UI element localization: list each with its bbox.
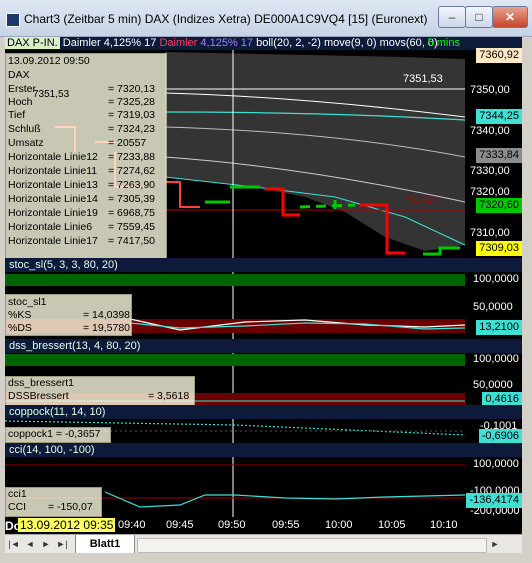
stoch-header[interactable]: stoc_sl(5, 3, 3, 80, 20) — [5, 258, 522, 272]
daimler-label-1: Daimler — [62, 37, 101, 49]
stoch-ds-row: %DS = 19,5780 — [8, 322, 131, 334]
info-overlay-value: 7351,53 — [33, 89, 70, 100]
time-tick-0955: 09:55 — [272, 519, 300, 531]
cci-line — [104, 491, 466, 508]
stoch-ks-row: %KS = 14,0398 — [8, 309, 131, 321]
indicator-list: boll(20, 2, -2) move(9, 0) movs(60, 0) — [256, 37, 438, 49]
time-tick-0950: 09:50 — [218, 519, 246, 531]
time-tick-0940: 09:40 — [118, 519, 146, 531]
info-row-linie11: Horizontale Linie11 = 7274,62 — [8, 165, 156, 177]
app-icon — [6, 13, 20, 27]
price-tick-1: 7350,00 — [470, 84, 510, 96]
dss-row: DSSBressert = 3,5618 — [8, 390, 190, 402]
maximize-button[interactable]: □ — [465, 6, 493, 28]
close-button[interactable]: ✕ — [492, 6, 528, 28]
title-bar: Chart3 (Zeitbar 5 min) DAX (Indizes Xetr… — [0, 0, 532, 37]
coppock-header[interactable]: coppock(11, 14, 10) — [5, 405, 522, 419]
stoch-panel-title: stoc_sl1 — [8, 296, 47, 308]
price-box-low: 7309,03 — [476, 241, 522, 256]
info-instrument: DAX — [8, 69, 30, 81]
dss-tick-100: 100,0000 — [473, 353, 519, 365]
sheet-tab-blatt1[interactable]: Blatt1 — [75, 535, 135, 554]
line-label-white: 7351,53 — [403, 73, 443, 85]
info-row-umsatz: Umsatz = 20557 — [8, 137, 147, 149]
time-tick-1005: 10:05 — [378, 519, 406, 531]
info-row-linie6: Horizontale Linie6 = 7559,45 — [8, 221, 156, 233]
time-tick-1000: 10:00 — [325, 519, 353, 531]
info-row-linie19: Horizontale Linie19 = 6968,75 — [8, 207, 156, 219]
scroll-right-button[interactable]: ► — [488, 537, 502, 551]
symbol-label[interactable]: DAX P-IN. — [5, 37, 60, 49]
interval-label: 5 mins — [427, 37, 460, 49]
last-sheet-button[interactable]: ►| — [55, 537, 69, 551]
info-row-hoch: Hoch = 7325,28 — [8, 96, 156, 108]
coppock-last-box: -0,6906 — [478, 429, 522, 444]
info-row-linie12: Horizontale Linie12 = 7233,88 — [8, 151, 156, 163]
dss-overbought-zone — [5, 354, 465, 366]
info-row-schluss: Schluß = 7324,23 — [8, 123, 156, 135]
next-sheet-button[interactable]: ► — [39, 537, 53, 551]
stoch-last-box: 13,2100 — [476, 320, 522, 335]
cci-last-box: -136,4174 — [466, 493, 522, 508]
price-tick-5: 7310,00 — [470, 227, 510, 239]
price-box-movs: 7333,84 — [476, 148, 522, 163]
dss-tick-50: 50,0000 — [473, 379, 513, 391]
window-title: Chart3 (Zeitbar 5 min) DAX (Indizes Xetr… — [24, 12, 428, 26]
stoch-tick-100: 100,0000 — [473, 273, 519, 285]
time-tick-0945: 09:45 — [166, 519, 194, 531]
dss-header[interactable]: dss_bressert(13, 4, 80, 20) — [5, 339, 522, 353]
daimler-label-2: Daimler — [159, 37, 198, 49]
first-sheet-button[interactable]: |◄ — [7, 537, 21, 551]
price-header: DAX P-IN. Daimler 4,125% 17 Daimler 4,12… — [5, 37, 522, 50]
time-tick-1010: 10:10 — [430, 519, 458, 531]
time-cursor-label: 13.09.2012 09:35 — [18, 518, 116, 532]
info-row-linie14: Horizontale Linie14 = 7305,39 — [8, 193, 156, 205]
chart-area[interactable]: DAX P-IN. Daimler 4,125% 17 Daimler 4,12… — [5, 37, 522, 534]
dss-panel-title: dss_bressert1 — [8, 377, 74, 389]
info-row-erster: Erster = 7320,13 — [8, 83, 156, 95]
daimler-value-1: 4,125% 17 — [103, 37, 157, 49]
price-box-last: 7320,60 — [476, 198, 522, 213]
prev-sheet-button[interactable]: ◄ — [23, 537, 37, 551]
stoch-overbought-zone — [5, 274, 465, 286]
status-strip — [0, 553, 532, 563]
coppock-row: coppock1 = -0,3657 — [8, 428, 101, 440]
cci-header[interactable]: cci(14, 100, -100) — [5, 443, 522, 457]
line-label-red: 7317,04 — [405, 195, 438, 205]
price-tick-2: 7340,00 — [470, 125, 510, 137]
price-box-high: 7360,92 — [476, 48, 522, 63]
price-box-move: 7344,25 — [476, 109, 522, 124]
cci-row: CCI = -150,07 — [8, 501, 93, 513]
info-row-tief: Tief = 7319,03 — [8, 109, 156, 121]
horizontal-scrollbar[interactable] — [137, 538, 487, 553]
info-row-linie17: Horizontale Linie17 = 7417,50 — [8, 235, 156, 247]
price-tick-3: 7330,00 — [470, 165, 510, 177]
price-tick-4: 7320,00 — [470, 186, 510, 198]
cci-tick-100: 100,0000 — [473, 458, 519, 470]
info-row-linie13: Horizontale Linie13 = 7263,90 — [8, 179, 156, 191]
minimize-button[interactable]: – — [438, 6, 466, 28]
info-datetime: 13.09.2012 09:50 — [8, 55, 90, 67]
stoch-tick-50: 50,0000 — [473, 301, 513, 313]
daimler-value-2: 4,125% 17 — [200, 37, 254, 49]
cci-panel-title: cci1 — [8, 488, 27, 500]
sheet-bar: |◄ ◄ ► ►| Blatt1 ► — [5, 534, 522, 554]
